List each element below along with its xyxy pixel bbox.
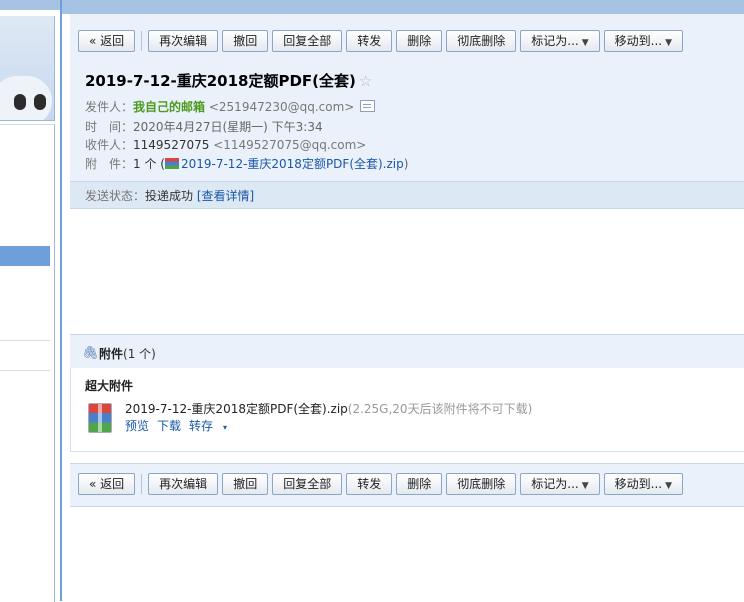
paperclip-icon: 🖇 (82, 346, 99, 361)
move-to-dropdown[interactable]: 移动到... ▼ (603, 30, 684, 52)
delete-button[interactable]: 删除 (396, 30, 443, 52)
chevron-down-icon: ▾ (223, 423, 228, 432)
logo-eye-right (34, 94, 46, 110)
subject-text: 2019-7-12-重庆2018定额PDF(全套) (85, 72, 356, 90)
recall-button[interactable]: 撤回 (222, 30, 269, 52)
reply-all-button[interactable]: 回复全部 (272, 30, 343, 52)
back-button[interactable]: « 返回 (78, 473, 136, 495)
move-to-label: 移动到... (614, 34, 663, 48)
sidebar-top-stripe (0, 0, 60, 10)
mail-subject: 2019-7-12-重庆2018定额PDF(全套) ☆ (85, 70, 372, 91)
move-to-dropdown[interactable]: 移动到... ▼ (603, 473, 684, 495)
attachments-header: 🖇 附件(1 个) (70, 334, 744, 369)
mark-as-label: 标记为... (531, 477, 579, 491)
contact-card-icon[interactable] (360, 100, 376, 112)
download-link[interactable]: 下载 (157, 419, 181, 433)
status-value: 投递成功 (145, 189, 194, 203)
from-label: 发件人： (85, 100, 134, 114)
attachment-link[interactable]: 2019-7-12-重庆2018定额PDF(全套).zip (181, 157, 404, 171)
sender-address: <251947230@qq.com> (208, 100, 355, 114)
mark-as-label: 标记为... (531, 34, 579, 48)
attachments-list: 超大附件 2019-7-12-重庆2018定额PDF(全套).zip(2.25G… (70, 368, 744, 452)
chevron-down-icon: ▼ (665, 38, 673, 48)
attachment-close-paren: ) (403, 157, 409, 171)
status-label: 发送状态： (85, 189, 146, 203)
send-status-bar: 发送状态：投递成功 [查看详情] (70, 181, 744, 208)
forward-button[interactable]: 转发 (346, 473, 393, 495)
zip-archive-icon (164, 158, 179, 169)
sender-name[interactable]: 我自己的邮箱 (133, 100, 205, 114)
to-label: 收件人： (85, 138, 134, 152)
attachment-file: 2019-7-12-重庆2018定额PDF(全套).zip(2.25G,20天后… (125, 400, 532, 417)
recipient-name[interactable]: 1149527075 (133, 138, 209, 152)
sidebar-selected-item[interactable] (0, 246, 50, 266)
delete-permanently-button[interactable]: 彻底删除 (446, 30, 517, 52)
delete-permanently-button[interactable]: 彻底删除 (446, 473, 517, 495)
attachment-file-name[interactable]: 2019-7-12-重庆2018定额PDF(全套).zip (125, 402, 348, 416)
star-icon[interactable]: ☆ (359, 72, 372, 90)
mark-as-dropdown[interactable]: 标记为... ▼ (520, 30, 600, 52)
from-row: 发件人：我自己的邮箱 <251947230@qq.com> (85, 98, 376, 115)
toolbar-bottom: « 返回 再次编辑 撤回 回复全部 转发 删除 彻底删除 标记为... ▼ 移动到… (78, 472, 687, 496)
qq-mail-logo[interactable] (0, 16, 55, 121)
move-to-label: 移动到... (614, 477, 663, 491)
attachment-row: 附 件：1 个 ( 2019-7-12-重庆2018定额PDF(全套).zip) (85, 155, 408, 172)
attachments-title: 附件(1 个) (99, 345, 156, 362)
reply-all-button[interactable]: 回复全部 (272, 473, 343, 495)
logo-eye-left (14, 94, 26, 110)
save-to-dropdown[interactable]: 转存 ▾ (189, 419, 235, 433)
attachment-label: 附 件： (85, 157, 134, 171)
save-to-label: 转存 (189, 419, 214, 433)
sidebar-divider (0, 370, 50, 371)
delete-button[interactable]: 删除 (396, 473, 443, 495)
recipient-address: <1149527075@qq.com> (213, 138, 367, 152)
sidebar-folder-panel (0, 124, 55, 602)
time-value: 2020年4月27日(星期一) 下午3:34 (133, 120, 323, 134)
attachment-file-meta: (2.25G,20天后该附件将不可下载) (347, 402, 533, 416)
attachment-count: 1 个 ( (133, 157, 165, 171)
mail-read-pane: « 返回 再次编辑 撤回 回复全部 转发 删除 彻底删除 标记为... ▼ 移动到… (60, 0, 744, 601)
toolbar-divider (141, 474, 143, 494)
sidebar-divider (0, 340, 50, 341)
forward-button[interactable]: 转发 (346, 30, 393, 52)
toolbar-divider (141, 31, 143, 51)
main-top-stripe (62, 0, 744, 14)
to-row: 收件人：1149527075 <1149527075@qq.com> (85, 136, 366, 153)
time-label: 时 间： (85, 120, 134, 134)
chevron-down-icon: ▼ (581, 481, 589, 491)
attachments-count: (1 个) (123, 347, 156, 361)
edit-again-button[interactable]: 再次编辑 (148, 30, 219, 52)
preview-link[interactable]: 预览 (125, 419, 149, 433)
attachment-actions: 预览 下载 转存 ▾ (125, 417, 243, 434)
send-status: 发送状态：投递成功 [查看详情] (85, 187, 254, 204)
chevron-down-icon: ▼ (581, 38, 589, 48)
recall-button[interactable]: 撤回 (222, 473, 269, 495)
attachment-category: 超大附件 (85, 379, 134, 393)
back-button[interactable]: « 返回 (78, 30, 136, 52)
mark-as-dropdown[interactable]: 标记为... ▼ (520, 473, 600, 495)
toolbar-top: « 返回 再次编辑 撤回 回复全部 转发 删除 彻底删除 标记为... ▼ 移动到… (78, 29, 687, 53)
attachments-title-label: 附件 (99, 347, 124, 361)
view-details-link[interactable]: [查看详情] (197, 189, 254, 203)
sidebar (0, 0, 60, 602)
zip-archive-icon[interactable] (88, 403, 112, 433)
time-row: 时 间：2020年4月27日(星期一) 下午3:34 (85, 118, 323, 135)
chevron-down-icon: ▼ (665, 481, 673, 491)
edit-again-button[interactable]: 再次编辑 (148, 473, 219, 495)
